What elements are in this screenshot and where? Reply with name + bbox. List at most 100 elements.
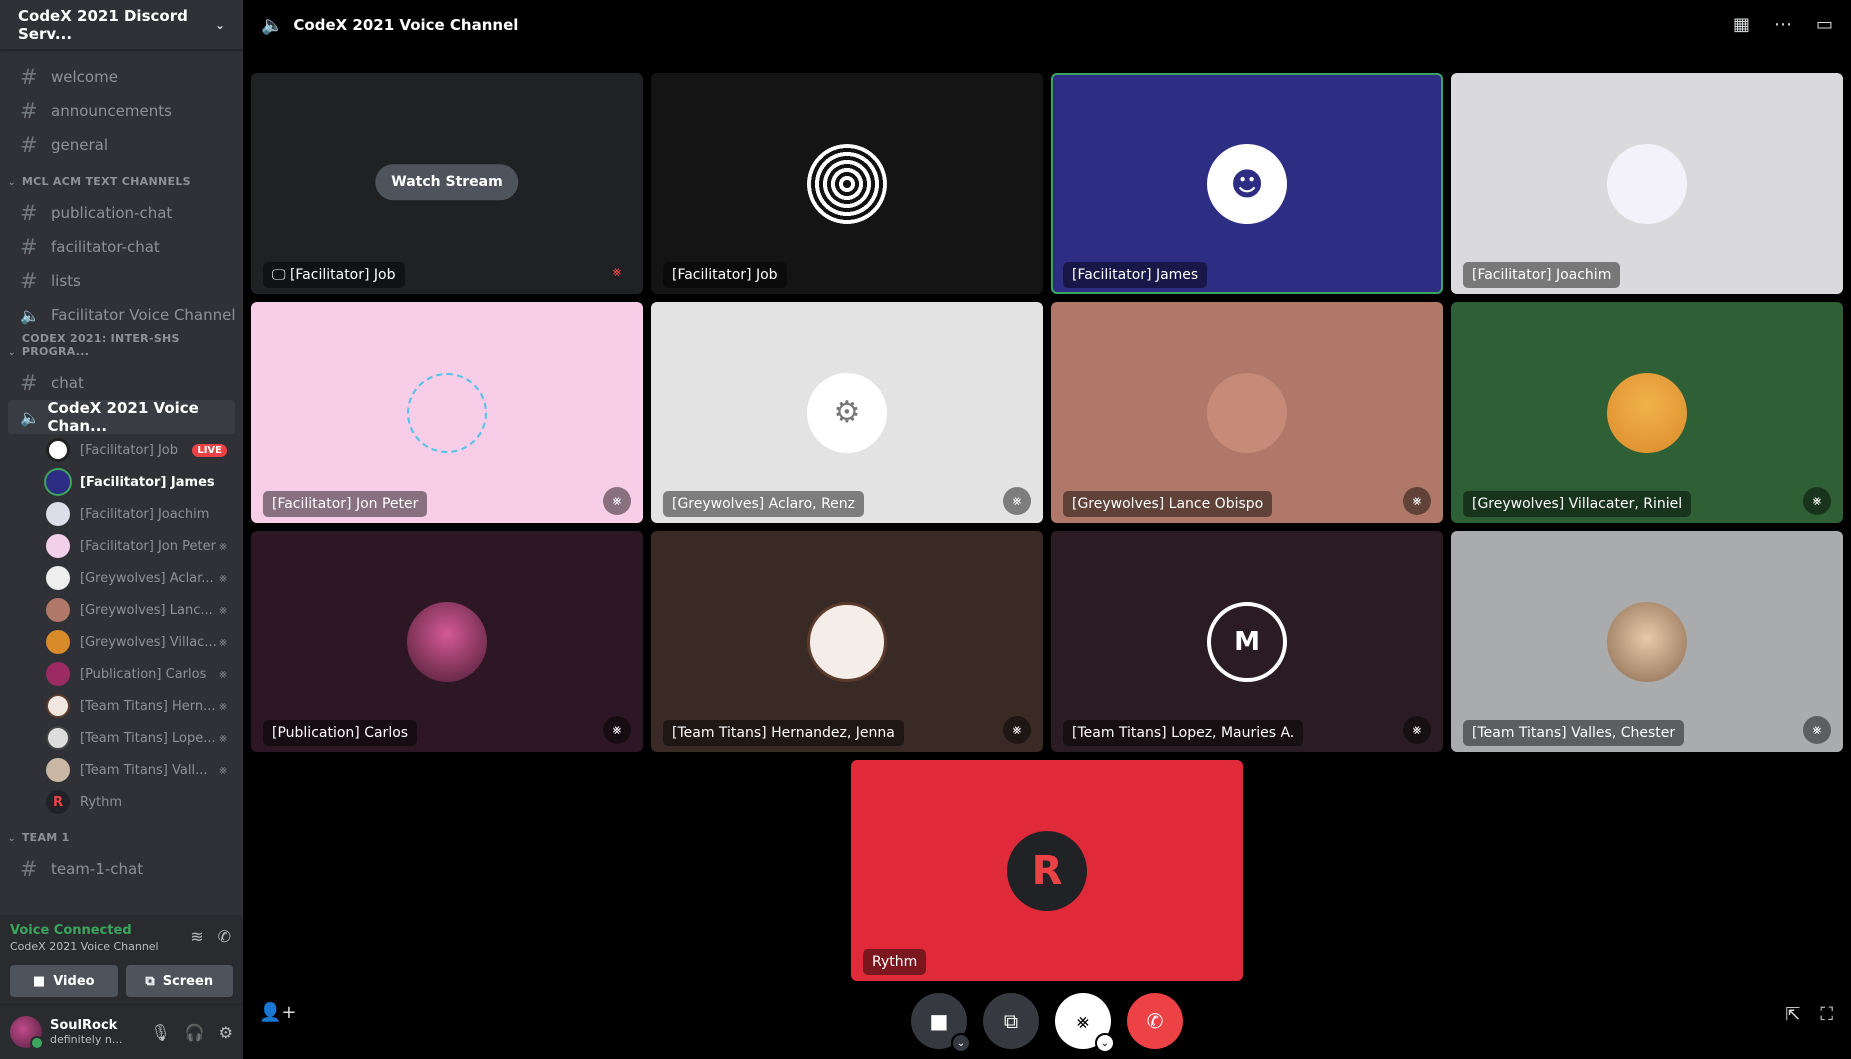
muted-mic-icon: ⨳: [1003, 487, 1031, 515]
tile-label: [Facilitator] Job: [663, 262, 787, 288]
channel-facilitator-chat[interactable]: # facilitator-chat: [0, 230, 243, 264]
screen-share-icon: ⧉: [1003, 1009, 1019, 1033]
voice-member[interactable]: [Team Titans] Lope... ⨳: [0, 722, 243, 754]
channel-publication-chat[interactable]: # publication-chat: [0, 196, 243, 230]
screen-share-icon: ⧉: [145, 973, 155, 989]
participant-tile[interactable]: [Team Titans] Hernandez, Jenna ⨳: [651, 531, 1043, 752]
video-button[interactable]: ■ Video: [10, 965, 118, 997]
mute-mic-icon[interactable]: 🎙: [150, 1023, 170, 1042]
participant-tile[interactable]: ⚙ [Greywolves] Aclaro, Renz ⨳: [651, 302, 1043, 523]
member-name: [Greywolves] Lanc...: [80, 602, 213, 618]
avatar: [46, 598, 70, 622]
category-codex-2021[interactable]: ⌄ CODEX 2021: INTER-SHS PROGRA...: [0, 332, 243, 366]
channel-label: team-1-chat: [51, 860, 144, 878]
avatar: ☻: [1207, 143, 1287, 224]
participant-tile[interactable]: [Facilitator] Job: [651, 73, 1043, 294]
speaker-icon: 🔈: [261, 14, 284, 36]
voice-member[interactable]: [Publication] Carlos ⨳: [0, 658, 243, 690]
more-options-icon[interactable]: ⋯: [1774, 14, 1792, 35]
rythm-logo-icon: R: [46, 790, 70, 814]
channel-sidebar: CodeX 2021 Discord Serv... ⌄ # welcome # a…: [0, 0, 243, 1059]
disconnect-icon[interactable]: ✆: [218, 927, 231, 946]
participant-tile[interactable]: M [Team Titans] Lopez, Mauries A. ⨳: [1051, 531, 1443, 752]
screen-share-toggle-button[interactable]: ⧉: [983, 993, 1039, 1049]
muted-mic-icon: ⨳: [218, 634, 227, 650]
user-status: definitely n...: [50, 1033, 123, 1046]
participant-tile[interactable]: [Facilitator] Jon Peter ⨳: [251, 302, 643, 523]
disconnect-button[interactable]: ✆: [1127, 993, 1183, 1049]
stream-tile[interactable]: Watch Stream 🖵 [Facilitator] Job ⨳: [251, 73, 643, 294]
participant-tile[interactable]: [Facilitator] Joachim: [1451, 73, 1843, 294]
tile-label: [Greywolves] Lance Obispo: [1063, 491, 1273, 517]
avatar: [46, 534, 70, 558]
user-avatar[interactable]: [10, 1016, 44, 1050]
category-mcl-acm[interactable]: ⌄ MCL ACM TEXT CHANNELS: [0, 162, 243, 196]
speaker-icon: 🔈: [20, 407, 40, 427]
category-team-1[interactable]: ⌄ TEAM 1: [0, 818, 243, 852]
channel-lists[interactable]: # lists: [0, 264, 243, 298]
voice-member[interactable]: [Team Titans] Hern... ⨳: [0, 690, 243, 722]
member-name: [Facilitator] Joachim: [80, 506, 210, 522]
tile-label: [Facilitator] James: [1063, 262, 1208, 288]
avatar: [1607, 372, 1687, 453]
channel-team-1-chat[interactable]: # team-1-chat: [0, 852, 243, 886]
grid-layout-icon[interactable]: ▦: [1733, 14, 1750, 35]
channel-label: facilitator-chat: [51, 238, 160, 256]
voice-channel-title: CodeX 2021 Voice Channel: [293, 16, 519, 34]
muted-mic-icon: ⨳: [218, 602, 227, 618]
voice-member[interactable]: [Facilitator] Joachim: [0, 498, 243, 530]
popout-icon[interactable]: ⇱: [1785, 1004, 1800, 1025]
participant-tile[interactable]: ☻ [Facilitator] James: [1051, 73, 1443, 294]
channel-general[interactable]: # general: [0, 128, 243, 162]
inbox-icon[interactable]: ▭: [1816, 14, 1833, 35]
channel-label: publication-chat: [51, 204, 173, 222]
topbar: 🔈 CodeX 2021 Voice Channel: [243, 0, 1851, 50]
channel-welcome[interactable]: # welcome: [0, 60, 243, 94]
voice-member[interactable]: [Greywolves] Aclar... ⨳: [0, 562, 243, 594]
voice-member[interactable]: [Greywolves] Villac... ⨳: [0, 626, 243, 658]
voice-member[interactable]: R Rythm: [0, 786, 243, 818]
gear-icon[interactable]: ⚙: [219, 1023, 233, 1042]
channel-announcements[interactable]: # announcements: [0, 94, 243, 128]
voice-member[interactable]: [Facilitator] Jon Peter ⨳: [0, 530, 243, 562]
user-name: SoulRock: [50, 1018, 118, 1033]
fullscreen-icon[interactable]: ⛶: [1820, 1004, 1833, 1025]
voice-member[interactable]: [Team Titans] Vall... ⨳: [0, 754, 243, 786]
participant-tile[interactable]: R Rythm: [851, 760, 1243, 981]
chevron-down-icon: ⌄: [8, 834, 16, 844]
participant-tile[interactable]: [Publication] Carlos ⨳: [251, 531, 643, 752]
mic-toggle-button[interactable]: ⨳ ⌄: [1055, 993, 1115, 1053]
channel-list: # welcome # announcements # general ⌄ MCL AC…: [0, 60, 243, 914]
camera-toggle-button[interactable]: ■ ⌄: [911, 993, 971, 1053]
voice-member[interactable]: [Facilitator] Job LIVE: [0, 434, 243, 466]
participant-tile[interactable]: [Team Titans] Valles, Chester ⨳: [1451, 531, 1843, 752]
channel-codex-voice[interactable]: 🔈 CodeX 2021 Voice Chan...: [8, 399, 235, 435]
voice-channel-name[interactable]: CodeX 2021 Voice Channel ...: [10, 940, 160, 953]
tile-label: [Publication] Carlos: [263, 720, 418, 746]
channel-label: chat: [51, 374, 84, 392]
tile-label: [Facilitator] Joachim: [1463, 262, 1621, 288]
tile-label: [Facilitator] Jon Peter: [263, 491, 428, 517]
participant-tile[interactable]: [Greywolves] Villacater, Riniel ⨳: [1451, 302, 1843, 523]
screen-share-button[interactable]: ⧉ Screen: [125, 965, 233, 997]
member-name: [Publication] Carlos: [80, 666, 207, 682]
channel-chat[interactable]: # chat: [0, 366, 243, 400]
chevron-down-icon[interactable]: ⌄: [1095, 1033, 1115, 1053]
voice-connection-panel: Voice Connected CodeX 2021 Voice Channel…: [0, 915, 243, 1005]
avatar: [1207, 372, 1287, 453]
server-header[interactable]: CodeX 2021 Discord Serv... ⌄: [0, 0, 243, 50]
hang-up-icon: ✆: [1146, 1009, 1164, 1033]
participant-tile[interactable]: [Greywolves] Lance Obispo ⨳: [1051, 302, 1443, 523]
voice-member[interactable]: [Facilitator] James: [0, 466, 243, 498]
add-user-icon[interactable]: 👤+: [259, 1002, 297, 1023]
watch-stream-button[interactable]: Watch Stream: [375, 163, 519, 200]
voice-member[interactable]: [Greywolves] Lanc... ⨳: [0, 594, 243, 626]
headphones-icon[interactable]: 🎧: [185, 1023, 205, 1042]
channel-label: announcements: [51, 102, 172, 120]
noise-suppression-icon[interactable]: ≋: [190, 927, 203, 946]
member-name: [Facilitator] Jon Peter: [80, 538, 216, 554]
member-name: [Facilitator] James: [80, 474, 215, 490]
chevron-down-icon[interactable]: ⌄: [951, 1033, 971, 1053]
channel-facilitator-voice[interactable]: 🔈 Facilitator Voice Channel: [0, 298, 243, 332]
muted-mic-icon: ⨳: [218, 698, 227, 714]
